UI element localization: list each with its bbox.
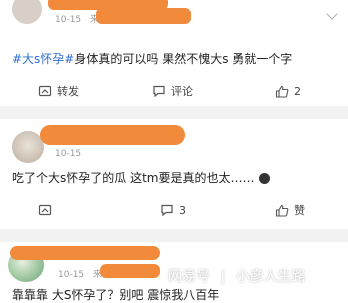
post-content: 靠靠靠 大S怀孕了？别吧 震惊我八百年	[12, 286, 219, 303]
date-text: 10-15	[55, 149, 82, 159]
post-content: 吃了个大s怀孕了的瓜 这tm要是真的也太……	[12, 169, 271, 186]
thumbs-up-icon	[275, 85, 289, 98]
repost-icon	[38, 85, 52, 97]
comment-count: 3	[179, 203, 186, 217]
post-card-1: 10-15 来自 #大s怀孕#身体真的可以吗 果然不愧大s 勇就一个字 转发 评…	[0, 0, 348, 106]
post-text: 身体真的可以吗 果然不愧大s 勇就一个字	[74, 52, 293, 66]
watermark-brand: 网易号	[168, 269, 210, 285]
redacted-username	[40, 125, 185, 145]
chevron-down-icon[interactable]	[326, 8, 338, 20]
comment-button[interactable]: 评论	[152, 81, 193, 101]
watermark: 网易号 | 小彦人生路	[168, 266, 306, 286]
like-button[interactable]: 赞	[275, 200, 305, 220]
post-content: #大s怀孕#身体真的可以吗 果然不愧大s 勇就一个字	[12, 50, 292, 67]
watermark-separator: |	[220, 269, 226, 285]
post-card-2: 10-15 吃了个大s怀孕了的瓜 这tm要是真的也太…… 3 赞	[0, 119, 348, 229]
repost-icon	[38, 204, 52, 216]
date-text: 10-15	[55, 15, 82, 25]
repost-label: 转发	[57, 85, 79, 98]
like-count: 2	[294, 84, 301, 98]
date-text: 10-15	[58, 270, 85, 280]
comment-label: 评论	[171, 85, 193, 98]
comment-icon	[161, 204, 173, 216]
hashtag-link[interactable]: #大s怀孕#	[12, 52, 74, 66]
redacted-username	[10, 246, 160, 260]
emoji-icon	[259, 173, 271, 184]
avatar[interactable]	[12, 0, 42, 24]
divider	[0, 229, 348, 242]
repost-button[interactable]: 转发	[38, 81, 79, 101]
action-bar: 转发 评论 2	[0, 81, 348, 101]
divider	[0, 106, 348, 119]
watermark-author: 小彦人生路	[235, 269, 306, 285]
post-date: 10-15	[55, 149, 81, 159]
comment-icon	[153, 85, 165, 97]
comment-button[interactable]: 3	[160, 200, 186, 220]
thumbs-up-icon	[275, 204, 289, 217]
redacted-source	[100, 264, 160, 278]
like-button[interactable]: 2	[275, 81, 301, 101]
like-label: 赞	[294, 204, 305, 217]
post-text: 吃了个大s怀孕了的瓜 这tm要是真的也太……	[12, 171, 255, 185]
repost-button[interactable]	[38, 200, 57, 220]
action-bar: 3 赞	[0, 200, 348, 220]
redacted-source	[96, 8, 191, 24]
